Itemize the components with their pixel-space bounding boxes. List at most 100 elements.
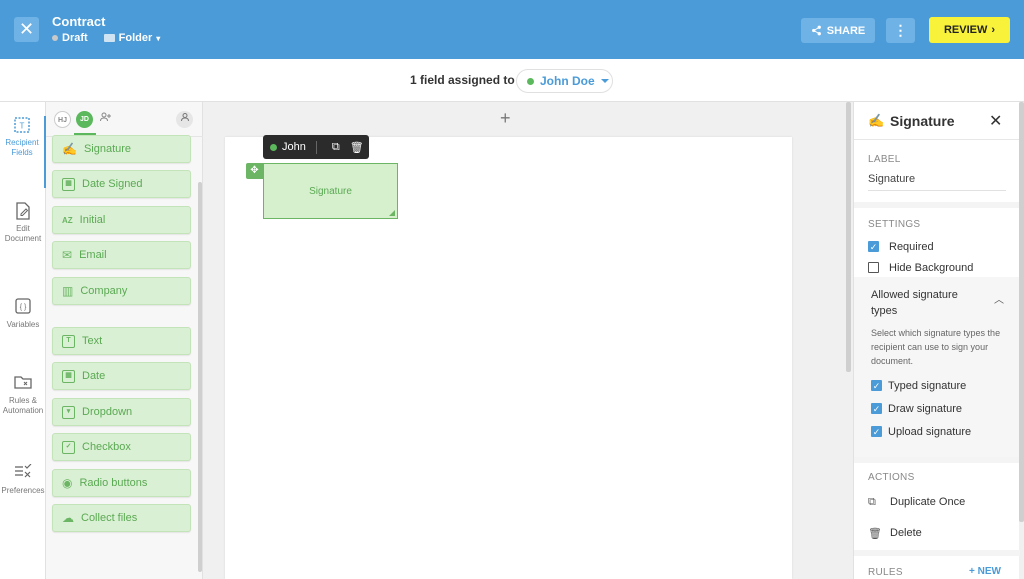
field-date-signed[interactable]: ▦ Date Signed xyxy=(52,170,191,198)
assignment-bar: 1 field assigned to John Doe xyxy=(0,59,1024,102)
draw-signature-label: Draw signature xyxy=(888,403,962,415)
duplicate-once-button[interactable]: Duplicate Once xyxy=(890,496,965,508)
field-text[interactable]: T Text xyxy=(52,327,191,355)
nav-recipient-fields[interactable]: T Recipient Fields xyxy=(0,116,46,188)
properties-panel: ✍ Signature ✕ LABEL Signature SETTINGS ✓… xyxy=(853,102,1020,579)
chevron-up-icon[interactable]: ︿ xyxy=(994,291,1004,306)
field-label: Signature xyxy=(83,143,132,155)
nav-label: Recipient Fields xyxy=(5,138,39,157)
assignment-text: 1 field assigned to xyxy=(410,73,515,87)
field-label: Date Signed xyxy=(82,178,143,190)
label-underline xyxy=(868,190,1006,191)
calendar-icon: ▦ xyxy=(62,369,75,383)
section-divider xyxy=(854,457,1020,463)
field-company[interactable]: ▥ Company xyxy=(52,277,191,305)
field-label: Date xyxy=(82,370,106,382)
cloud-upload-icon: ☁ xyxy=(62,511,74,525)
add-page-button[interactable]: + xyxy=(500,108,511,129)
copy-icon: ⧉ xyxy=(868,496,876,508)
manage-recipients-icon[interactable] xyxy=(176,111,193,128)
trash-icon[interactable]: 🗑 xyxy=(350,141,364,154)
field-toolbar: John ⧉ 🗑 xyxy=(263,135,369,159)
document-meta: Draft Folder ▾ xyxy=(52,32,160,44)
settings-heading: SETTINGS xyxy=(868,219,921,230)
dropdown-icon: ▾ xyxy=(62,405,75,419)
assignee-dropdown[interactable]: John Doe xyxy=(516,69,613,93)
checkbox-icon: ✓ xyxy=(62,440,75,454)
review-button[interactable]: REVIEW › xyxy=(929,17,1010,43)
palette-scrollbar[interactable] xyxy=(198,182,202,572)
avatar[interactable]: HJ xyxy=(54,111,71,128)
upload-signature-checkbox[interactable]: ✓ xyxy=(871,426,882,437)
avatar[interactable]: JD xyxy=(76,111,93,128)
nav-preferences[interactable]: Preferences xyxy=(0,463,46,496)
draw-signature-checkbox[interactable]: ✓ xyxy=(871,403,882,414)
allowed-signature-types-section: Allowed signature types ︿ Select which s… xyxy=(854,277,1020,457)
document-page[interactable]: John ⧉ 🗑 ✥ Signature xyxy=(225,135,792,579)
signature-icon: ✍ xyxy=(62,142,77,156)
field-label: Text xyxy=(82,335,103,347)
field-label: Company xyxy=(80,285,128,297)
nav-edit-document[interactable]: Edit Document xyxy=(0,202,46,244)
field-radio-buttons[interactable]: ◉ Radio buttons xyxy=(52,469,191,497)
field-label: Initial xyxy=(79,214,106,226)
field-label: Checkbox xyxy=(82,441,131,453)
rules-folder-icon xyxy=(14,374,32,392)
delete-button[interactable]: Delete xyxy=(890,527,922,539)
nav-label: Rules & Automation xyxy=(2,396,44,415)
radio-icon: ◉ xyxy=(62,476,73,490)
new-rule-button[interactable]: + NEW xyxy=(969,566,1001,577)
field-initial[interactable]: AZ Initial xyxy=(52,206,191,234)
more-options-button[interactable]: ⋮ xyxy=(886,18,915,43)
copy-icon[interactable]: ⧉ xyxy=(332,141,340,154)
signature-icon: ✍ xyxy=(868,113,885,128)
panel-header: ✍ Signature ✕ xyxy=(854,102,1020,140)
canvas-scrollbar[interactable] xyxy=(846,102,851,372)
placed-signature-field[interactable]: Signature xyxy=(263,163,398,219)
typed-signature-checkbox[interactable]: ✓ xyxy=(871,380,882,391)
hide-background-checkbox[interactable] xyxy=(868,262,879,273)
share-label: SHARE xyxy=(826,24,866,37)
initial-icon: AZ xyxy=(62,215,73,225)
field-dropdown[interactable]: ▾ Dropdown xyxy=(52,398,191,426)
close-button[interactable]: ✕ xyxy=(14,17,39,42)
toolbar-assignee[interactable]: John xyxy=(282,141,306,153)
field-checkbox[interactable]: ✓ Checkbox xyxy=(52,433,191,461)
hide-background-label: Hide Background xyxy=(889,262,974,274)
field-signature[interactable]: ✍ Signature xyxy=(52,135,191,163)
variables-icon: { } xyxy=(14,298,32,316)
allowed-types-description: Select which signature types the recipie… xyxy=(871,328,1001,366)
chevron-right-icon: › xyxy=(991,24,996,36)
field-date[interactable]: ▦ Date xyxy=(52,362,191,390)
required-checkbox[interactable]: ✓ xyxy=(868,241,879,252)
panel-scrollbar[interactable] xyxy=(1019,102,1024,522)
document-canvas: + John ⧉ 🗑 ✥ Signature xyxy=(203,102,853,579)
field-label: Collect files xyxy=(81,512,138,524)
svg-text:T: T xyxy=(20,122,25,131)
rules-heading: RULES xyxy=(868,567,903,578)
section-divider xyxy=(854,550,1020,556)
allowed-types-title[interactable]: Allowed signature types xyxy=(871,287,981,319)
close-panel-icon[interactable]: ✕ xyxy=(989,111,1002,131)
nav-variables[interactable]: { } Variables xyxy=(0,298,46,330)
nav-rules-automation[interactable]: Rules & Automation xyxy=(0,374,46,416)
folder-dropdown[interactable]: Folder xyxy=(119,32,153,44)
share-button[interactable]: SHARE xyxy=(801,18,875,43)
field-collect-files[interactable]: ☁ Collect files xyxy=(52,504,191,532)
nav-label: Edit Document xyxy=(4,224,42,243)
typed-signature-label: Typed signature xyxy=(888,380,967,392)
nav-label: Variables xyxy=(6,320,40,329)
field-email[interactable]: ✉ Email xyxy=(52,241,191,269)
caret-down-icon xyxy=(600,79,609,83)
recipient-avatars-bar: HJ JD xyxy=(46,102,203,137)
move-handle-icon[interactable]: ✥ xyxy=(246,163,263,179)
resize-handle[interactable] xyxy=(389,210,395,216)
share-icon xyxy=(811,25,821,36)
actions-heading: ACTIONS xyxy=(868,472,915,483)
add-user-icon[interactable] xyxy=(100,112,112,125)
close-icon: ✕ xyxy=(18,19,35,39)
panel-title: Signature xyxy=(890,113,955,129)
label-input[interactable]: Signature xyxy=(868,173,915,185)
company-icon: ▥ xyxy=(62,284,74,298)
status-dot-icon xyxy=(52,35,58,41)
